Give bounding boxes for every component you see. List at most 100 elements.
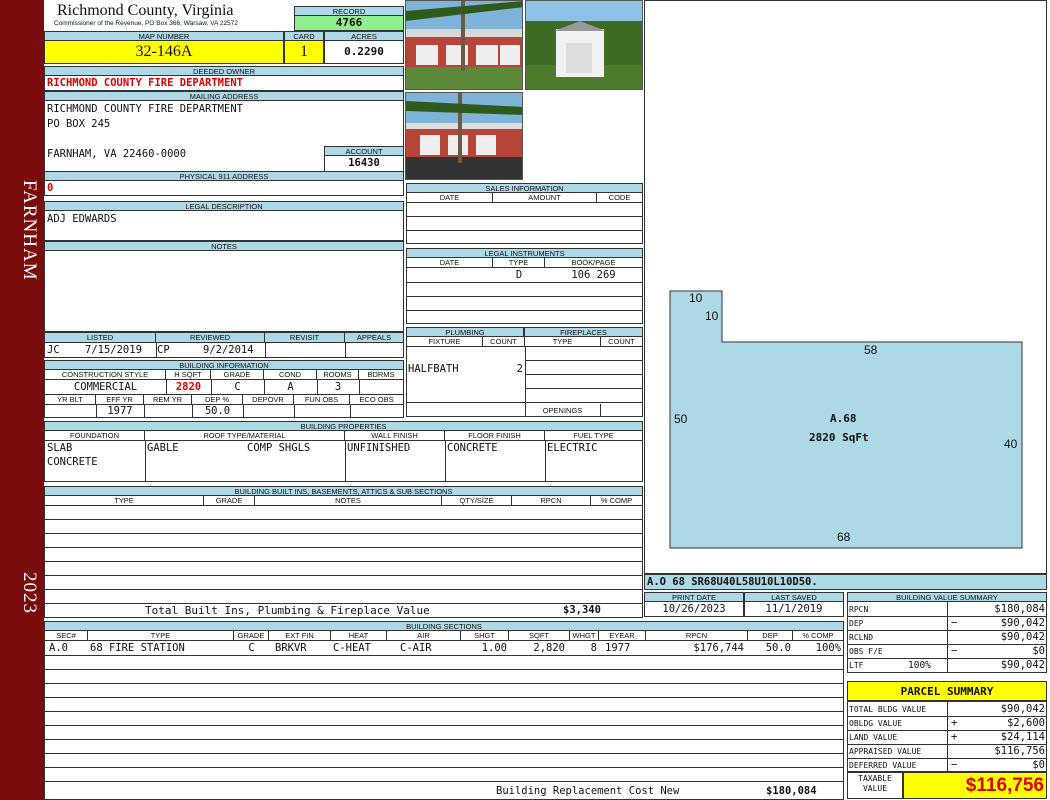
dim-right: 40 xyxy=(1004,437,1018,451)
sec-extfin-header: EXT FIN xyxy=(269,631,331,641)
fireplace-count-header: COUNT xyxy=(601,337,642,347)
vs-ltf-pct: 100% xyxy=(908,660,931,671)
appeals-label: APPEALS xyxy=(345,333,403,343)
sec-rpcn-header: RPCN xyxy=(646,631,748,641)
sec-dep: 50.0 xyxy=(765,642,791,654)
account-box: 16430 xyxy=(324,155,404,172)
ps-obldg-label: OBLDG VALUE xyxy=(849,719,902,728)
foundation-2: CONCRETE xyxy=(47,456,98,468)
sales-box: DATE AMOUNT CODE xyxy=(406,192,643,244)
building-properties-box: FOUNDATION ROOF TYPE/MATERIAL WALL FINIS… xyxy=(44,430,643,482)
ps-deferred-label: DEFERRED VALUE xyxy=(849,761,917,770)
wall-finish: UNFINISHED xyxy=(347,442,411,454)
plumbing-fixture: HALFBATH xyxy=(408,363,459,375)
record-value: 4766 xyxy=(294,15,404,31)
vs-rpcn-label: RPCN xyxy=(849,605,869,614)
rcn-value: $180,084 xyxy=(766,785,817,797)
eff-year: 1977 xyxy=(107,405,133,417)
vs-rclnd: $90,042 xyxy=(1000,631,1045,643)
builtins-notes-header: NOTES xyxy=(255,496,442,506)
mailing-line-1: RICHMOND COUNTY FIRE DEPARTMENT xyxy=(47,103,243,115)
effyr-header: EFF YR xyxy=(96,395,144,405)
vs-rclnd-label: RCLND xyxy=(849,633,874,642)
builtins-rpcn-header: RPCN xyxy=(512,496,591,506)
sidebar-year: 2023 xyxy=(19,572,40,614)
ps-appraised-label: APPRAISED VALUE xyxy=(849,747,922,756)
mailing-line-3: FARNHAM, VA 22460-0000 xyxy=(47,148,187,160)
building-sketch xyxy=(669,290,1023,549)
builtins-box: TYPE GRADE NOTES QTY/SIZE RPCN % COMP To… xyxy=(44,495,643,618)
value-summary-box: RPCN $180,084 DEP − $90,042 RCLND $90,04… xyxy=(847,601,1047,673)
sec-comp: 100% xyxy=(815,642,841,654)
roof-header: ROOF TYPE/MATERIAL xyxy=(145,431,345,441)
rcn-label: Building Replacement Cost New xyxy=(496,785,680,797)
print-date: 10/26/2023 xyxy=(662,603,726,615)
yrblt-header: YR BLT xyxy=(45,395,96,405)
openings-label: OPENINGS xyxy=(525,404,601,417)
vs-ltf-label: LTF xyxy=(849,661,864,670)
county-title: Richmond County, Virginia xyxy=(57,2,234,19)
builtins-type-header: TYPE xyxy=(45,496,204,506)
listed-by: JC xyxy=(47,344,60,356)
ps-total-bldg: $90,042 xyxy=(1000,703,1045,715)
parcel-summary-box: TOTAL BLDG VALUE $90,042 OBLDG VALUE + $… xyxy=(847,701,1047,772)
building-info-box: CONSTRUCTION STYLE H SQFT GRADE COND ROO… xyxy=(44,369,404,418)
li-date-header: DATE xyxy=(407,258,493,268)
sec-grade: C xyxy=(248,642,255,654)
ps-land-label: LAND VALUE xyxy=(849,733,898,742)
parcel-summary-label: PARCEL SUMMARY xyxy=(900,685,994,698)
plumbing-count-header: COUNT xyxy=(483,337,525,347)
taxable-label-1: TAXABLE xyxy=(858,774,892,783)
sec-whgt: 8 xyxy=(590,642,597,654)
sketch-sqft-label: 2820 SqFt xyxy=(809,431,869,444)
acres-value: 0.2290 xyxy=(324,40,404,64)
li-type: D xyxy=(515,269,523,281)
sales-amount-header: AMOUNT xyxy=(493,193,597,203)
ps-appraised: $116,756 xyxy=(994,745,1045,757)
ps-total-bldg-label: TOTAL BLDG VALUE xyxy=(849,705,927,714)
fuel-type-header: FUEL TYPE xyxy=(545,431,642,441)
deeded-owner-box: RICHMOND COUNTY FIRE DEPARTMENT xyxy=(44,75,404,91)
roof-type: GABLE xyxy=(147,442,179,454)
sec-type-header: TYPE xyxy=(88,631,234,641)
sec-extfin: BRKVR xyxy=(275,642,307,654)
sec-comp-header: % COMP xyxy=(793,631,843,641)
sec-air: C-AIR xyxy=(400,642,432,654)
floor-finish: CONCRETE xyxy=(447,442,498,454)
map-number: 32-146A xyxy=(44,40,284,64)
sec-grade-header: GRADE xyxy=(234,631,269,641)
builtins-grade-header: GRADE xyxy=(204,496,255,506)
hsqft-header: H SQFT xyxy=(166,370,211,380)
legal-description-box: ADJ EDWARDS xyxy=(44,210,404,241)
fuel-type: ELECTRIC xyxy=(547,442,598,454)
remyr-header: REM YR xyxy=(144,395,192,405)
sec-heat-header: HEAT xyxy=(331,631,387,641)
reviewed-date: 9/2/2014 xyxy=(203,344,254,356)
sec-shgt: 1.00 xyxy=(481,642,507,654)
sketch-panel: 10 10 58 50 40 68 A.68 2820 SqFt xyxy=(644,0,1047,574)
li-type-header: TYPE xyxy=(493,258,545,268)
sidebar-town: FARNHAM xyxy=(19,180,40,281)
cond-header: COND xyxy=(264,370,317,380)
sec-dep-header: DEP xyxy=(748,631,793,641)
taxable-value-box: $116,756 xyxy=(903,772,1047,799)
rooms-value: 3 xyxy=(334,381,342,393)
sketch-area-label: A.68 xyxy=(830,412,857,425)
builtins-comp-header: % COMP xyxy=(591,496,642,506)
building-sections-box: SEC# TYPE GRADE EXT FIN HEAT AIR SHGT SQ… xyxy=(44,630,844,800)
legal-instruments-box: DATE TYPE BOOK/PAGE D 106 269 xyxy=(406,257,643,324)
construction-style-header: CONSTRUCTION STYLE xyxy=(45,370,166,380)
grade-value: C xyxy=(234,381,241,393)
dim-bottom: 68 xyxy=(837,530,851,544)
plumbing-fireplace-box: FIXTURE COUNT TYPE COUNT HALFBATH 2 OPEN… xyxy=(406,336,643,417)
listed-label: LISTED xyxy=(45,333,156,343)
sidebar: FARNHAM 2023 xyxy=(0,0,44,800)
sec-sqft: 2,820 xyxy=(533,642,565,654)
grade-header: GRADE xyxy=(211,370,264,380)
vs-dep-label: DEP xyxy=(849,619,864,628)
legal-description: ADJ EDWARDS xyxy=(47,213,117,225)
deeded-owner-name: RICHMOND COUNTY FIRE DEPARTMENT xyxy=(47,77,243,89)
building-photo-2 xyxy=(525,0,643,90)
builtins-qty-header: QTY/SIZE xyxy=(442,496,512,506)
building-photo-3 xyxy=(405,92,523,180)
